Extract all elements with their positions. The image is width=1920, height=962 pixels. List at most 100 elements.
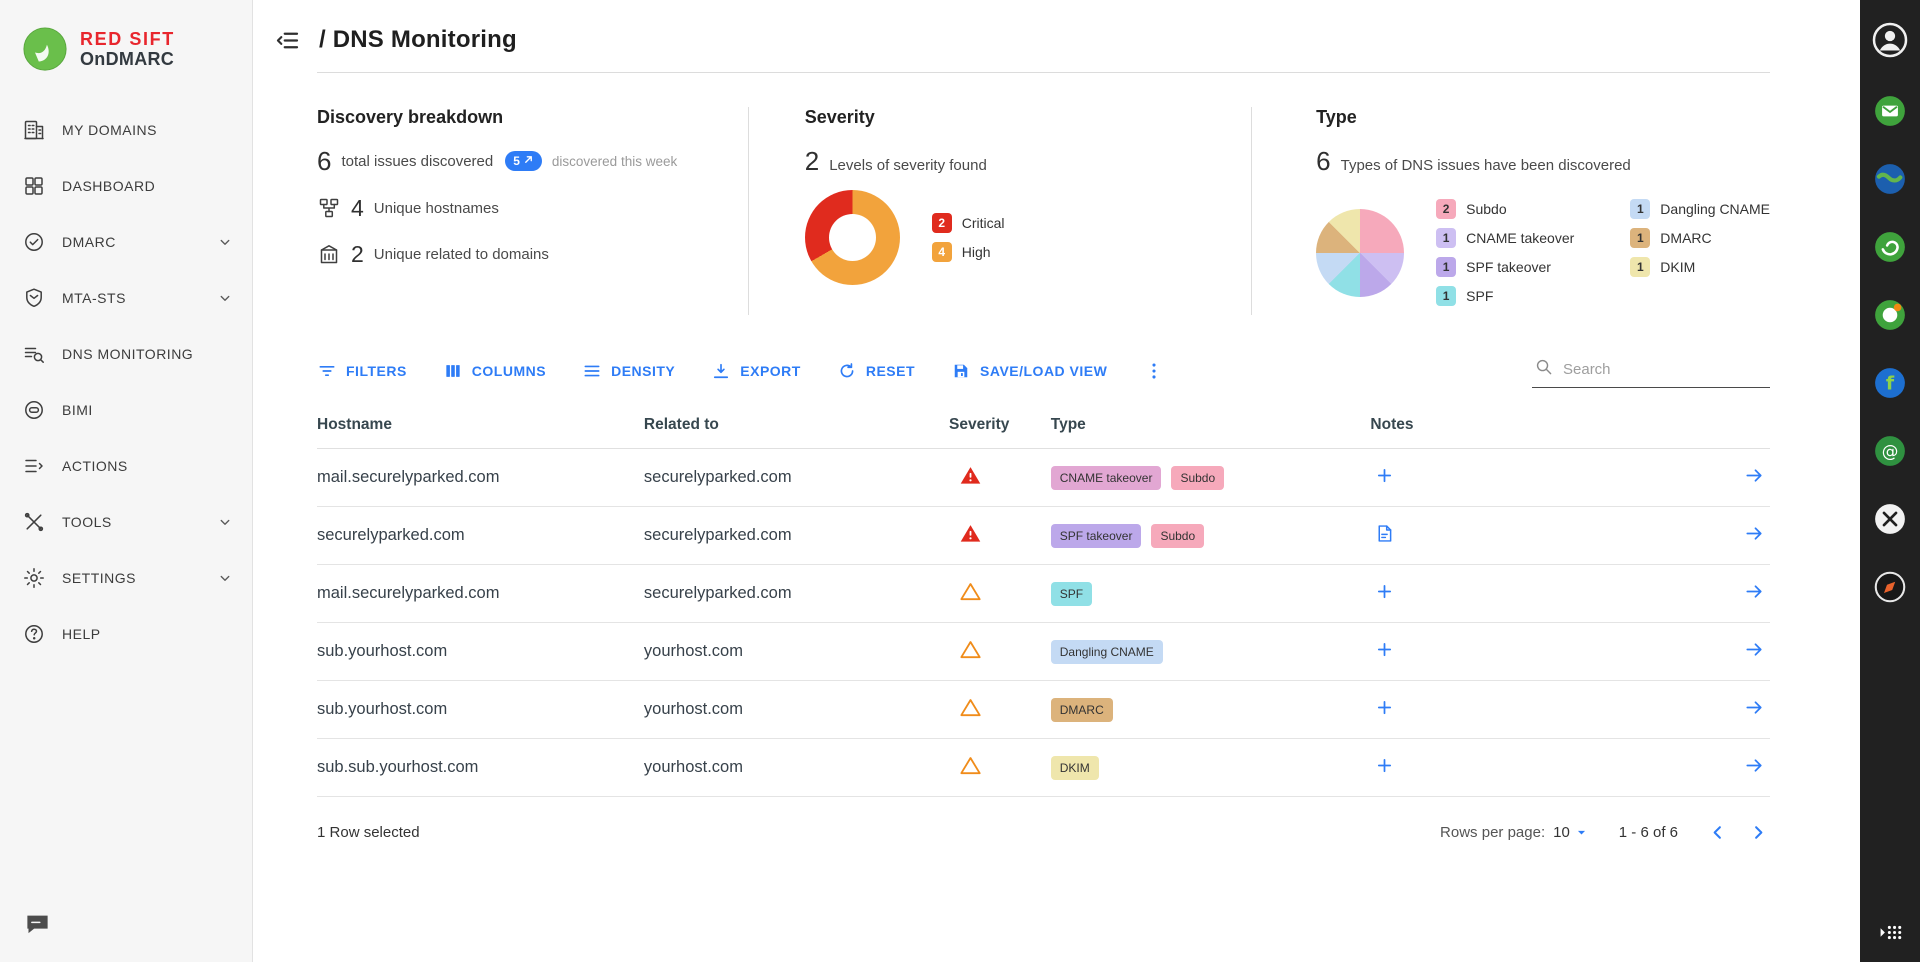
sidebar-item-settings[interactable]: SETTINGS xyxy=(0,550,252,606)
topbar: / DNS Monitoring xyxy=(253,0,1860,72)
table-row[interactable]: sub.yourhost.com yourhost.com Dangling C… xyxy=(317,623,1770,681)
add-note-button[interactable] xyxy=(1370,755,1395,776)
next-page-button[interactable] xyxy=(1747,821,1770,844)
legend-label: Critical xyxy=(962,215,1005,231)
selected-rows-count: 1 xyxy=(317,824,325,841)
column-header-related-to[interactable]: Related to xyxy=(644,400,949,449)
profile-icon[interactable] xyxy=(1870,20,1910,60)
rail-app-f-blue-icon[interactable]: f xyxy=(1871,364,1909,402)
sidebar-item-tools[interactable]: TOOLS xyxy=(0,494,252,550)
rows-per-page-select[interactable]: 10 xyxy=(1553,823,1591,842)
note-icon[interactable] xyxy=(1370,523,1395,544)
type-chip: Subdo xyxy=(1151,524,1204,548)
sidebar-item-dashboard[interactable]: DASHBOARD xyxy=(0,158,252,214)
type-card: Type 6 Types of DNS issues have been dis… xyxy=(1252,107,1770,315)
legend-label: Dangling CNAME xyxy=(1660,201,1770,217)
sidebar-menu: MY DOMAINS DASHBOARD DMARC MTA-STS DNS M… xyxy=(0,102,252,662)
chat-icon[interactable] xyxy=(24,910,51,937)
add-note-button[interactable] xyxy=(1370,581,1395,602)
filters-icon xyxy=(317,361,337,381)
column-header-type[interactable]: Type xyxy=(1051,400,1371,449)
sidebar-item-mta-sts[interactable]: MTA-STS xyxy=(0,270,252,326)
columns-button[interactable]: COLUMNS xyxy=(443,361,546,381)
type-chip: CNAME takeover xyxy=(1051,466,1162,490)
sidebar: RED SIFT OnDMARC MY DOMAINS DASHBOARD DM… xyxy=(0,0,253,962)
type-chip: DMARC xyxy=(1051,698,1113,722)
rail-app-green-at-icon[interactable]: @ xyxy=(1871,432,1909,470)
type-chip: Subdo xyxy=(1171,466,1224,490)
export-button[interactable]: EXPORT xyxy=(711,361,801,381)
open-row-arrow-icon[interactable] xyxy=(1743,464,1766,487)
open-row-arrow-icon[interactable] xyxy=(1743,754,1766,777)
type-legend-item: 1 SPF takeover xyxy=(1436,257,1574,277)
table-toolbar: FILTERS COLUMNS DENSITY EXPORT RESET SAV… xyxy=(253,337,1860,396)
rail-app-tools-white-icon[interactable] xyxy=(1871,500,1909,538)
rail-app-green-swirl-icon[interactable] xyxy=(1871,228,1909,266)
hostname-cell: sub.sub.yourhost.com xyxy=(317,739,644,797)
severity-legend: 2 Critical 4 High xyxy=(932,204,1005,271)
dns-monitoring-icon xyxy=(22,342,46,366)
related-domains-icon xyxy=(317,242,341,266)
open-row-arrow-icon[interactable] xyxy=(1743,696,1766,719)
type-legend-col2: 1 Dangling CNAME 1 DMARC 1 DKIM xyxy=(1630,190,1770,315)
column-header-notes[interactable]: Notes xyxy=(1370,400,1704,449)
type-cell: DKIM xyxy=(1051,739,1371,797)
sidebar-item-bimi[interactable]: BIMI xyxy=(0,382,252,438)
filters-button-label: FILTERS xyxy=(346,363,407,379)
chevron-down-icon xyxy=(216,289,234,307)
rail-app-compass-dark-icon[interactable] xyxy=(1871,568,1909,606)
add-note-button[interactable] xyxy=(1370,639,1395,660)
reset-icon xyxy=(837,361,857,381)
severity-high-icon xyxy=(949,696,982,719)
brand-line2: OnDMARC xyxy=(80,49,175,69)
rail-app-green-dot-icon[interactable] xyxy=(1871,296,1909,334)
related-to-cell: securelyparked.com xyxy=(644,507,949,565)
sidebar-item-dns-monitoring[interactable]: DNS MONITORING xyxy=(0,326,252,382)
legend-count-badge: 1 xyxy=(1630,257,1650,277)
notes-cell xyxy=(1370,739,1704,797)
table-row[interactable]: mail.securelyparked.com securelyparked.c… xyxy=(317,565,1770,623)
filters-button[interactable]: FILTERS xyxy=(317,361,407,381)
total-issues-label: total issues discovered xyxy=(341,153,493,170)
sidebar-item-my-domains[interactable]: MY DOMAINS xyxy=(0,102,252,158)
type-cell: CNAME takeover Subdo xyxy=(1051,449,1371,507)
svg-text:f: f xyxy=(1886,373,1895,395)
add-note-button[interactable] xyxy=(1370,697,1395,718)
type-count: 6 xyxy=(1316,148,1330,174)
rail-app-ondmarc-green-icon[interactable] xyxy=(1871,92,1909,130)
issues-table: Hostname Related to Severity Type Notes … xyxy=(253,396,1860,797)
table-row[interactable]: securelyparked.com securelyparked.com SP… xyxy=(317,507,1770,565)
density-button[interactable]: DENSITY xyxy=(582,361,675,381)
type-chip: Dangling CNAME xyxy=(1051,640,1163,664)
reset-button[interactable]: RESET xyxy=(837,361,915,381)
type-cell: Dangling CNAME xyxy=(1051,623,1371,681)
open-row-arrow-icon[interactable] xyxy=(1743,522,1766,545)
search-input[interactable] xyxy=(1561,360,1768,379)
table-row[interactable]: mail.securelyparked.com securelyparked.c… xyxy=(317,449,1770,507)
table-row[interactable]: sub.yourhost.com yourhost.com DMARC xyxy=(317,681,1770,739)
caret-down-icon xyxy=(1572,823,1591,842)
open-row-arrow-icon[interactable] xyxy=(1743,638,1766,661)
reset-button-label: RESET xyxy=(866,363,915,379)
table-row[interactable]: sub.sub.yourhost.com yourhost.com DKIM xyxy=(317,739,1770,797)
sidebar-item-label: DMARC xyxy=(62,234,116,250)
saveload-button[interactable]: SAVE/LOAD VIEW xyxy=(951,361,1107,381)
apps-grid-icon[interactable] xyxy=(1877,919,1904,946)
type-cell: SPF xyxy=(1051,565,1371,623)
open-row-arrow-icon[interactable] xyxy=(1743,580,1766,603)
legend-count-badge: 1 xyxy=(1630,228,1650,248)
sidebar-item-label: BIMI xyxy=(62,402,93,418)
more-options-button[interactable] xyxy=(1143,360,1165,382)
previous-page-button[interactable] xyxy=(1706,821,1729,844)
collapse-menu-icon[interactable] xyxy=(274,27,301,54)
sidebar-item-label: ACTIONS xyxy=(62,458,128,474)
add-note-button[interactable] xyxy=(1370,465,1395,486)
column-header-hostname[interactable]: Hostname xyxy=(317,400,644,449)
sidebar-item-dmarc[interactable]: DMARC xyxy=(0,214,252,270)
sidebar-item-actions[interactable]: ACTIONS xyxy=(0,438,252,494)
rail-app-globe-blue-icon[interactable] xyxy=(1871,160,1909,198)
sidebar-item-label: HELP xyxy=(62,626,101,642)
sidebar-item-label: SETTINGS xyxy=(62,570,136,586)
sidebar-item-help[interactable]: HELP xyxy=(0,606,252,662)
column-header-severity[interactable]: Severity xyxy=(949,400,1051,449)
